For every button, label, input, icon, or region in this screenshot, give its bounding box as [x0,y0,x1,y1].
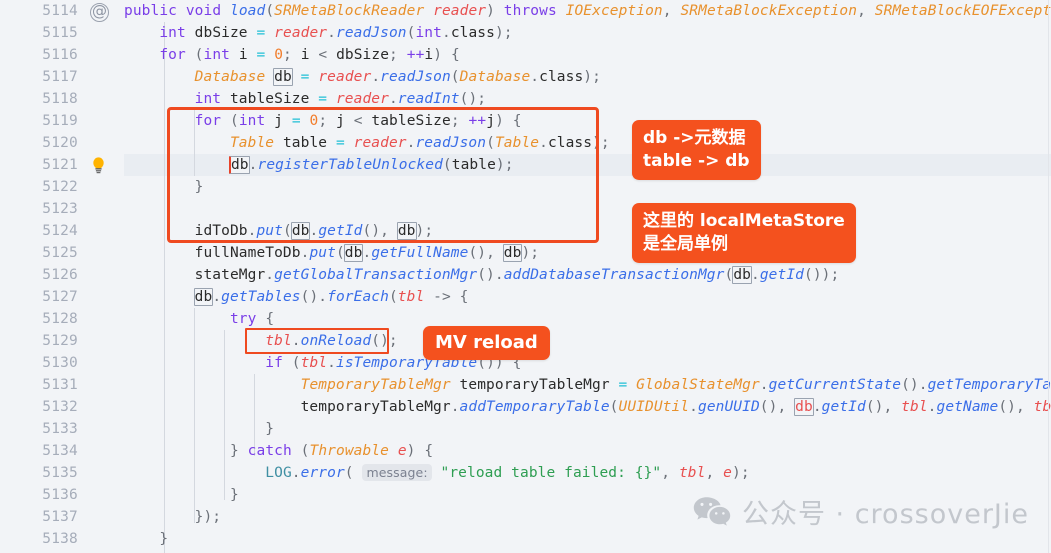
callout-local-meta-store: 这里的 localMetaStore 是全局单例 [632,203,856,263]
code-line: } [229,487,239,503]
code-editor-screenshot: 5114 5115 5116 5117 5118 5119 5120 5121 5122 5123… [0,0,1051,553]
line-number[interactable]: 5126 [8,264,78,286]
intention-bulb-icon[interactable] [92,157,105,174]
wechat-icon [693,496,731,526]
editor-right-border [1048,0,1049,553]
line-number[interactable]: 5138 [8,528,78,550]
code-line: for (int i = 0; i < dbSize; ++i) { [159,47,460,63]
line-number[interactable]: 5133 [8,418,78,440]
callout-db-metadata: db ->元数据 table -> db [632,120,761,180]
code-line: } [194,179,204,195]
line-number[interactable]: 5136 [8,484,78,506]
line-number[interactable]: 5125 [8,242,78,264]
line-number[interactable]: 5115 [8,22,78,44]
line-number[interactable]: 5123 [8,198,78,220]
line-number[interactable]: 5120 [8,132,78,154]
line-number[interactable]: 5134 [8,440,78,462]
code-line: try { [229,311,275,327]
code-line: Table table = reader.readJson(Table.clas… [229,135,610,151]
line-number[interactable]: 5122 [8,176,78,198]
code-line: fullNameToDb.put(db.getFullName(), db); [124,244,540,262]
line-number[interactable]: 5124 [8,220,78,242]
code-line: } [265,421,275,437]
code-line: Database db = reader.readJson(Database.c… [194,68,601,86]
line-number[interactable]: 5116 [8,44,78,66]
line-number-gutter: 5114 5115 5116 5117 5118 5119 5120 5121 5122 5123… [0,0,86,553]
line-number[interactable]: 5130 [8,352,78,374]
code-line: }); [194,509,222,525]
code-line: LOG.error( message: "reload table failed… [265,464,750,481]
code-line: tbl.onReload(); [265,333,398,349]
gutter-fold-column[interactable] [112,0,124,553]
line-number[interactable]: 5131 [8,374,78,396]
gutter-icon-strip[interactable]: @ [86,0,113,553]
line-number[interactable]: 5128 [8,308,78,330]
code-line: public void load(SRMetaBlockReader reade… [124,3,1051,19]
line-number[interactable]: 5114 [8,0,78,22]
line-number[interactable]: 5135 [8,462,78,484]
line-number[interactable]: 5117 [8,66,78,88]
code-line: stateMgr.getGlobalTransactionMgr().addDa… [124,266,840,284]
code-line: int tableSize = reader.readInt(); [194,91,487,107]
line-number[interactable]: 5121 [8,154,78,176]
code-line: idToDb.put(db.getId(), db); [124,222,434,240]
line-number[interactable]: 5127 [8,286,78,308]
code-line: db.getTables().forEach(tbl -> { [193,288,469,306]
code-line: } [159,531,169,547]
watermark: 公众号 · crossoverJie [693,492,1029,531]
code-line: for (int j = 0; j < tableSize; ++j) { [194,113,522,129]
code-line: int dbSize = reader.readJson(int.class); [159,25,513,41]
line-number[interactable]: 5129 [8,330,78,352]
callout-mv-reload: MV reload [423,326,550,360]
line-number[interactable]: 5118 [8,88,78,110]
code-line: db.registerTableUnlocked(table); [228,156,514,174]
code-line: TemporaryTableMgr temporaryTableMgr = Gl… [300,377,1051,393]
code-line: temporaryTableMgr.addTemporaryTable(UUID… [124,398,1051,416]
line-number[interactable]: 5119 [8,110,78,132]
inline-parameter-hint[interactable]: message: [362,464,432,481]
annotation-at-icon[interactable]: @ [90,3,109,22]
watermark-text: 公众号 · crossoverJie [741,499,1029,530]
line-number[interactable]: 5137 [8,506,78,528]
code-line: } catch (Throwable e) { [229,443,434,459]
line-number[interactable]: 5132 [8,396,78,418]
code-content[interactable]: public void load(SRMetaBlockReader reade… [124,0,1051,553]
